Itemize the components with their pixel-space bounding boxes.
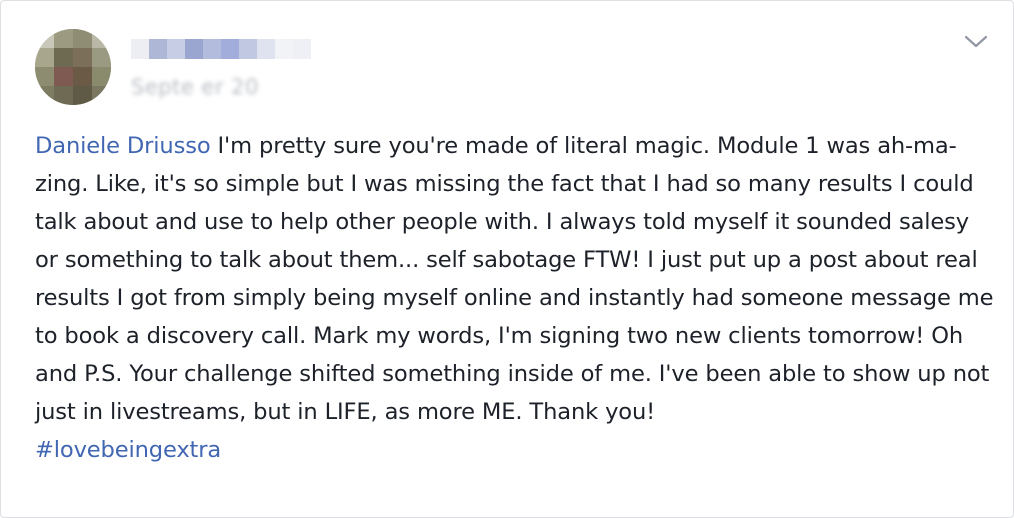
avatar-pixel xyxy=(35,86,54,105)
author-name-redacted[interactable] xyxy=(131,39,311,59)
avatar[interactable] xyxy=(35,29,111,105)
post-body: Daniele Driusso I'm pretty sure you're m… xyxy=(35,127,995,469)
avatar-pixel xyxy=(54,48,73,67)
post-text: I'm pretty sure you're made of literal m… xyxy=(35,133,994,425)
avatar-pixel xyxy=(54,86,73,105)
avatar-pixel xyxy=(92,29,111,48)
post-card: Septe er 20 Daniele Driusso I'm pretty s… xyxy=(0,0,1014,518)
chevron-down-icon[interactable] xyxy=(963,33,989,51)
avatar-pixel xyxy=(54,67,73,86)
avatar-pixel xyxy=(73,48,92,67)
avatar-pixel xyxy=(35,48,54,67)
avatar-pixel xyxy=(92,67,111,86)
author-mention-link[interactable]: Daniele Driusso xyxy=(35,133,211,159)
avatar-pixel xyxy=(35,67,54,86)
avatar-pixel xyxy=(35,29,54,48)
avatar-pixel xyxy=(73,86,92,105)
avatar-pixel xyxy=(92,48,111,67)
avatar-pixel xyxy=(54,29,73,48)
avatar-pixel xyxy=(73,67,92,86)
post-timestamp[interactable]: Septe er 20 xyxy=(131,75,259,99)
hashtag-link[interactable]: #lovebeingextra xyxy=(35,437,221,463)
avatar-pixel xyxy=(92,86,111,105)
avatar-pixel xyxy=(73,29,92,48)
